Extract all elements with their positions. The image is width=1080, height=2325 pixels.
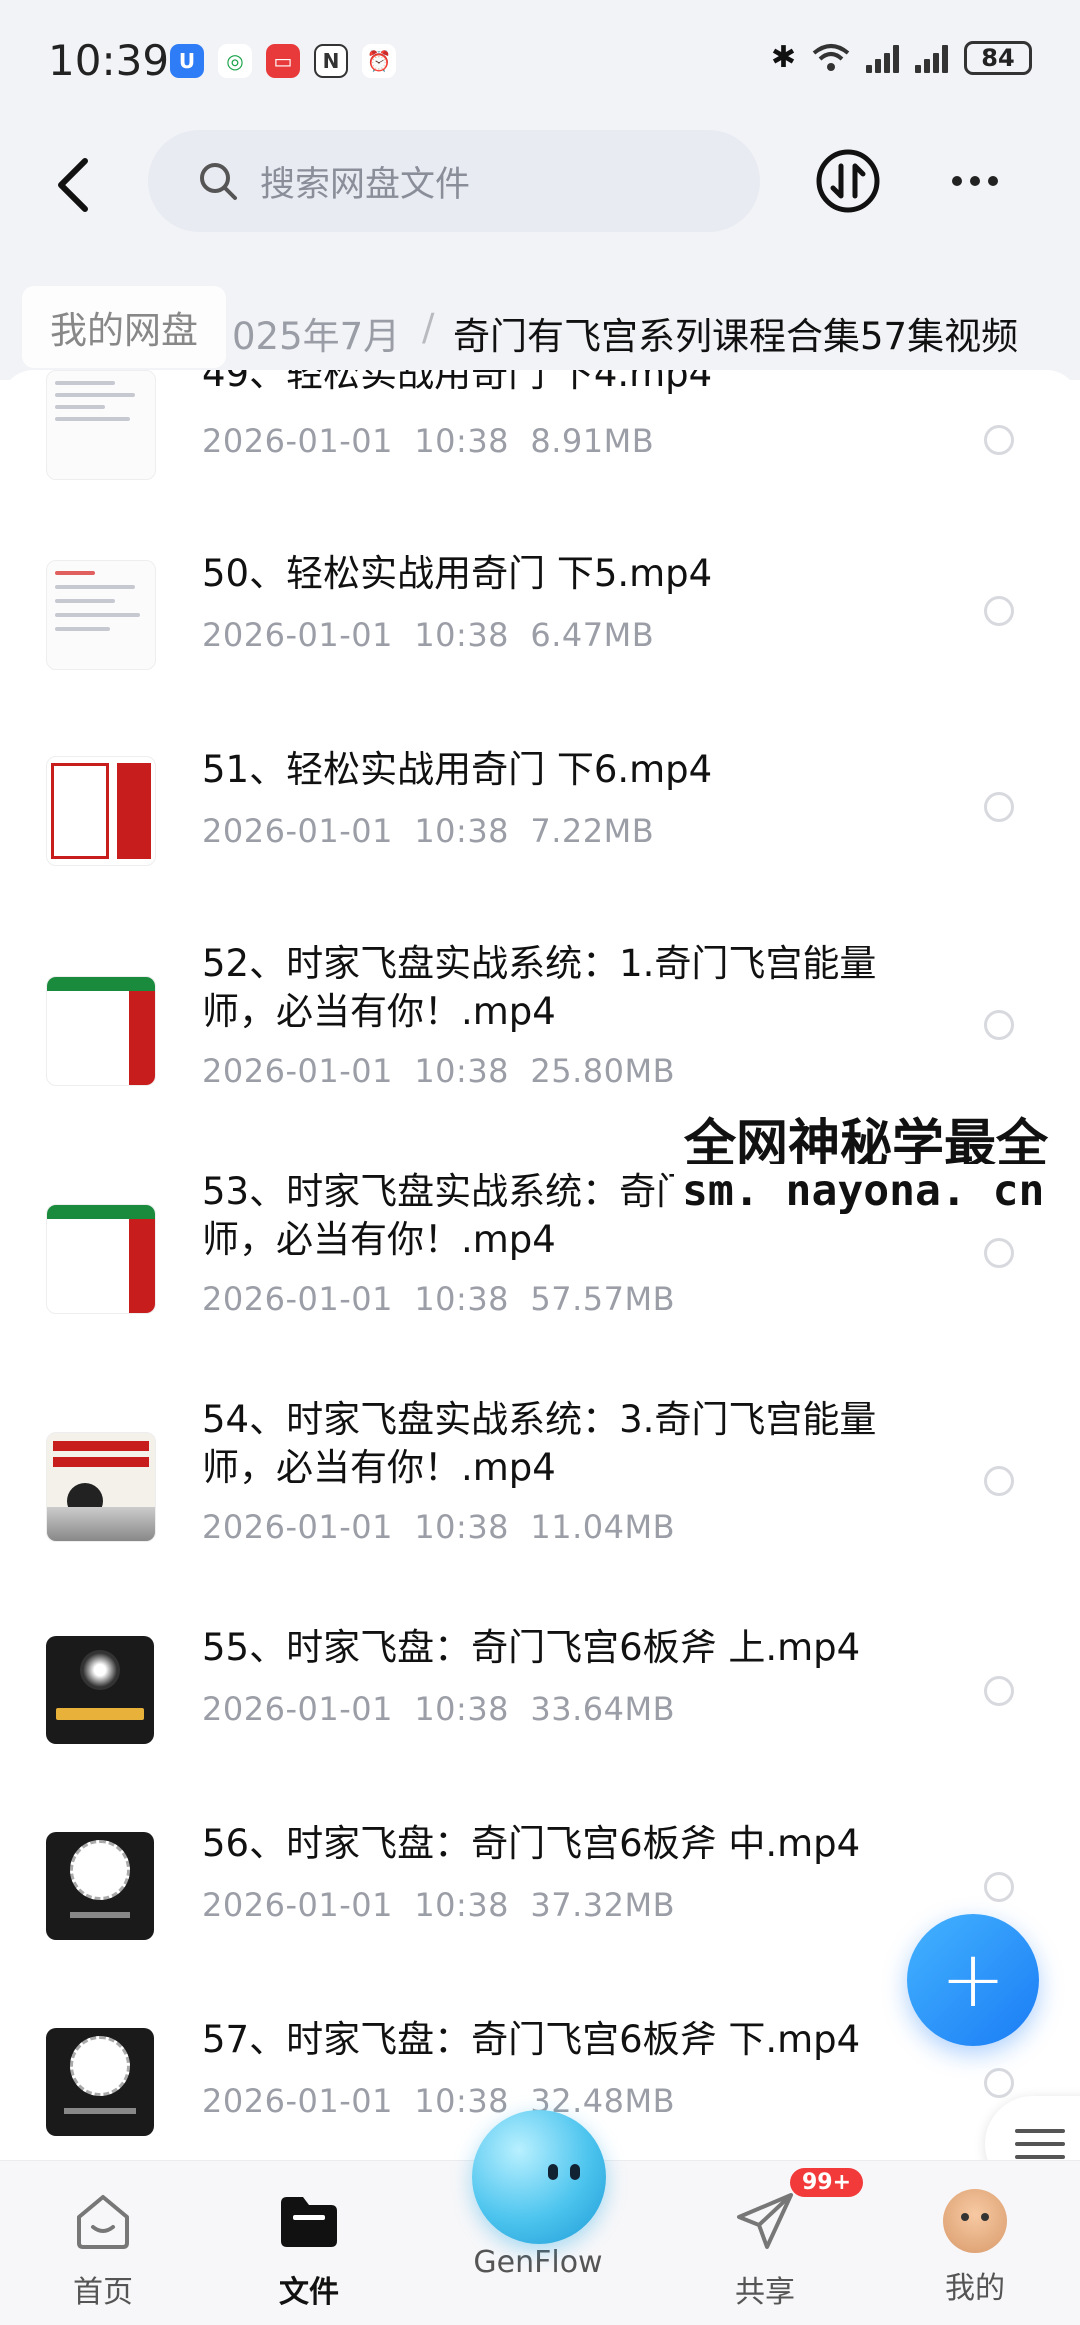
system-icons: ✱ 84 [771,40,1032,75]
file-meta: 2026-01-01 10:38 25.80MB [202,1052,676,1090]
more-dot-icon [970,176,980,186]
select-checkbox[interactable] [984,2068,1014,2098]
video-app-icon: ▭ [266,44,300,78]
nav-files-label: 文件 [279,2275,339,2310]
file-meta: 2026-01-01 10:38 11.04MB [202,1508,676,1546]
watermark-url: sm. nayona. cn [674,1164,1053,1218]
file-thumbnail [46,2028,154,2136]
home-icon [77,2195,129,2249]
more-dot-icon [988,176,998,186]
signal-icon-1 [866,43,899,73]
file-name: 55、时家飞盘：奇门飞宫6板斧 上.mp4 [202,1626,861,1669]
list-item[interactable]: 51、轻松实战用奇门 下6.mp4 2026-01-01 10:38 7.22M… [0,746,1080,946]
menu-line-icon [1015,2142,1065,2146]
list-item[interactable]: 50、轻松实战用奇门 下5.mp4 2026-01-01 10:38 6.47M… [0,550,1080,750]
select-checkbox[interactable] [984,1238,1014,1268]
plus-icon: + [940,1935,1006,2025]
file-name: 50、轻松实战用奇门 下5.mp4 [202,552,713,595]
avatar [943,2189,1007,2253]
top-header: 搜索网盘文件 [0,130,1080,250]
breadcrumb-current: 奇门有飞宫系列课程合集57集视频 [453,315,1019,358]
signal-icon-2 [915,43,948,73]
nav-share[interactable]: 共享 [690,2189,840,2311]
back-button[interactable] [38,150,108,220]
select-checkbox[interactable] [984,792,1014,822]
file-name: 56、时家飞盘：奇门飞宫6板斧 中.mp4 [202,1822,861,1865]
nav-me-label: 我的 [945,2271,1005,2306]
file-name: 52、时家飞盘实战系统：1.奇门飞宫能量师，必当有你！.mp4 [202,942,877,1033]
battery-icon: 84 [964,40,1032,75]
nav-share-label: 共享 [735,2275,795,2310]
list-item[interactable]: 49、轻松实战用奇门 下4.mp4 2026-01-01 10:38 8.91M… [0,370,1080,500]
list-item[interactable]: 54、时家飞盘实战系统：3.奇门飞宫能量师，必当有你！.mp4 2026-01-… [0,1396,1080,1626]
file-thumbnail [46,560,156,670]
paper-plane-icon [737,2193,793,2249]
file-meta: 2026-01-01 10:38 8.91MB [202,422,655,460]
breadcrumb-separator: / [422,306,435,349]
file-thumbnail [46,1204,156,1314]
nav-files[interactable]: 文件 [234,2189,384,2311]
app-notification-icon: U [170,44,204,78]
breadcrumb: 我的网盘 025年7月 / 奇门有飞宫系列课程合集57集视频 [0,250,1080,380]
notification-icons: U ◎ ▭ N ⏰ [170,44,396,78]
status-bar: 10:39 U ◎ ▭ N ⏰ ✱ 84 [0,0,1080,130]
nav-genflow[interactable]: GenFlow [463,2245,613,2280]
alarm-icon: ⏰ [362,44,396,78]
file-meta: 2026-01-01 10:38 6.47MB [202,616,655,654]
file-list[interactable]: 49、轻松实战用奇门 下4.mp4 2026-01-01 10:38 8.91M… [0,370,1080,2160]
file-meta: 2026-01-01 10:38 32.48MB [202,2082,676,2120]
nfc-icon: N [314,44,348,78]
search-input[interactable]: 搜索网盘文件 [148,130,760,232]
share-badge: 99+ [790,2168,864,2197]
file-thumbnail [46,1832,154,1940]
select-checkbox[interactable] [984,596,1014,626]
select-checkbox[interactable] [984,1010,1014,1040]
sort-icon [816,149,880,213]
select-checkbox[interactable] [984,1676,1014,1706]
nav-genflow-label: GenFlow [473,2245,603,2280]
file-name: 51、轻松实战用奇门 下6.mp4 [202,748,713,791]
bluetooth-icon: ✱ [770,40,796,75]
breadcrumb-parent[interactable]: 025年7月 [232,306,400,360]
mobile-operator-icon: ◎ [218,44,252,78]
search-icon [200,163,237,200]
folder-icon [281,2197,337,2247]
nav-home-label: 首页 [73,2275,133,2310]
status-time: 10:39 [48,36,170,85]
file-thumbnail [46,1636,154,1744]
file-meta: 2026-01-01 10:38 37.32MB [202,1886,676,1924]
file-meta: 2026-01-01 10:38 57.57MB [202,1280,676,1318]
file-name: 57、时家飞盘：奇门飞宫6板斧 下.mp4 [202,2018,861,2061]
sort-button[interactable] [815,148,881,214]
nav-me[interactable]: 我的 [900,2189,1050,2307]
more-button[interactable] [942,148,1008,214]
nav-home[interactable]: 首页 [28,2189,178,2311]
add-button[interactable]: + [907,1914,1039,2046]
genflow-orb-button[interactable] [472,2110,606,2244]
select-checkbox[interactable] [984,1466,1014,1496]
select-checkbox[interactable] [984,425,1014,455]
file-name: 49、轻松实战用奇门 下4.mp4 [202,370,713,395]
chevron-left-icon [58,158,88,212]
file-thumbnail [46,1432,156,1542]
list-item[interactable]: 55、时家飞盘：奇门飞宫6板斧 上.mp4 2026-01-01 10:38 3… [0,1624,1080,1824]
menu-line-icon [1015,2129,1065,2133]
wifi-icon [812,43,850,71]
file-thumbnail [46,976,156,1086]
orb-eye-icon [570,2164,580,2180]
orb-eye-icon [548,2164,558,2180]
menu-line-icon [1015,2155,1065,2159]
breadcrumb-home[interactable]: 我的网盘 [22,286,226,368]
select-checkbox[interactable] [984,1872,1014,1902]
file-meta: 2026-01-01 10:38 33.64MB [202,1690,676,1728]
file-name: 54、时家飞盘实战系统：3.奇门飞宫能量师，必当有你！.mp4 [202,1398,877,1489]
more-dot-icon [952,176,962,186]
file-thumbnail [46,370,156,480]
file-thumbnail [46,756,156,866]
file-meta: 2026-01-01 10:38 7.22MB [202,812,655,850]
search-placeholder: 搜索网盘文件 [260,164,471,205]
